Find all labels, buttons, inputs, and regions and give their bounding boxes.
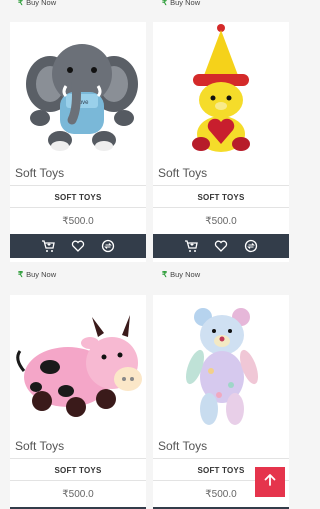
rupee-icon: ₹ <box>162 270 168 279</box>
product-title[interactable]: Soft Toys <box>158 439 207 453</box>
product-price: ₹500.0 <box>205 216 237 227</box>
product-price: ₹500.0 <box>62 489 94 500</box>
buy-now-label: Buy Now <box>26 270 57 279</box>
scroll-to-top-button[interactable] <box>255 467 285 497</box>
yellow-teddy-image <box>192 24 250 152</box>
cart-icon[interactable] <box>40 238 56 254</box>
product-title[interactable]: Soft Toys <box>15 439 64 453</box>
product-category: SOFT TOYS <box>54 466 102 475</box>
buy-now-link[interactable]: ₹ Buy Now <box>162 270 200 279</box>
product-category: SOFT TOYS <box>197 193 245 202</box>
product-card[interactable]: Soft Toys SOFT TOYS ₹500.0 <box>153 22 289 262</box>
product-image[interactable] <box>153 22 289 158</box>
compare-icon[interactable] <box>100 238 116 254</box>
buy-now-label: Buy Now <box>170 270 201 279</box>
buy-now-label: Buy Now <box>26 0 57 7</box>
divider <box>10 185 146 186</box>
divider <box>10 458 146 459</box>
buy-now-link[interactable]: ₹ Buy Now <box>162 0 200 7</box>
pink-cow-image <box>16 315 142 417</box>
divider <box>10 480 146 481</box>
product-title[interactable]: Soft Toys <box>158 166 207 180</box>
heart-icon[interactable] <box>70 238 86 254</box>
product-card[interactable]: Soft Toys SOFT TOYS ₹500.0 <box>10 295 146 509</box>
buy-now-label: Buy Now <box>170 0 201 7</box>
buy-now-link[interactable]: ₹ Buy Now <box>18 0 56 7</box>
product-image[interactable] <box>153 295 289 431</box>
rupee-icon: ₹ <box>18 0 24 7</box>
divider <box>153 458 289 459</box>
product-actions <box>10 234 146 258</box>
product-title[interactable]: Soft Toys <box>15 166 64 180</box>
buy-now-link[interactable]: ₹ Buy Now <box>18 270 56 279</box>
pastel-teddy-image <box>185 308 259 425</box>
product-actions <box>153 234 289 258</box>
arrow-up-icon <box>263 473 277 492</box>
product-image[interactable] <box>10 295 146 431</box>
compare-icon[interactable] <box>243 238 259 254</box>
product-price: ₹500.0 <box>62 216 94 227</box>
divider <box>10 207 146 208</box>
heart-icon[interactable] <box>213 238 229 254</box>
product-category: SOFT TOYS <box>54 193 102 202</box>
elephant-plush-image: Love <box>26 44 138 151</box>
rupee-icon: ₹ <box>162 0 168 7</box>
divider <box>153 185 289 186</box>
cart-icon[interactable] <box>183 238 199 254</box>
product-card[interactable]: Love Soft Toys SOFT TOYS ₹500.0 <box>10 22 146 262</box>
rupee-icon: ₹ <box>18 270 24 279</box>
product-image[interactable]: Love <box>10 22 146 158</box>
divider <box>153 207 289 208</box>
